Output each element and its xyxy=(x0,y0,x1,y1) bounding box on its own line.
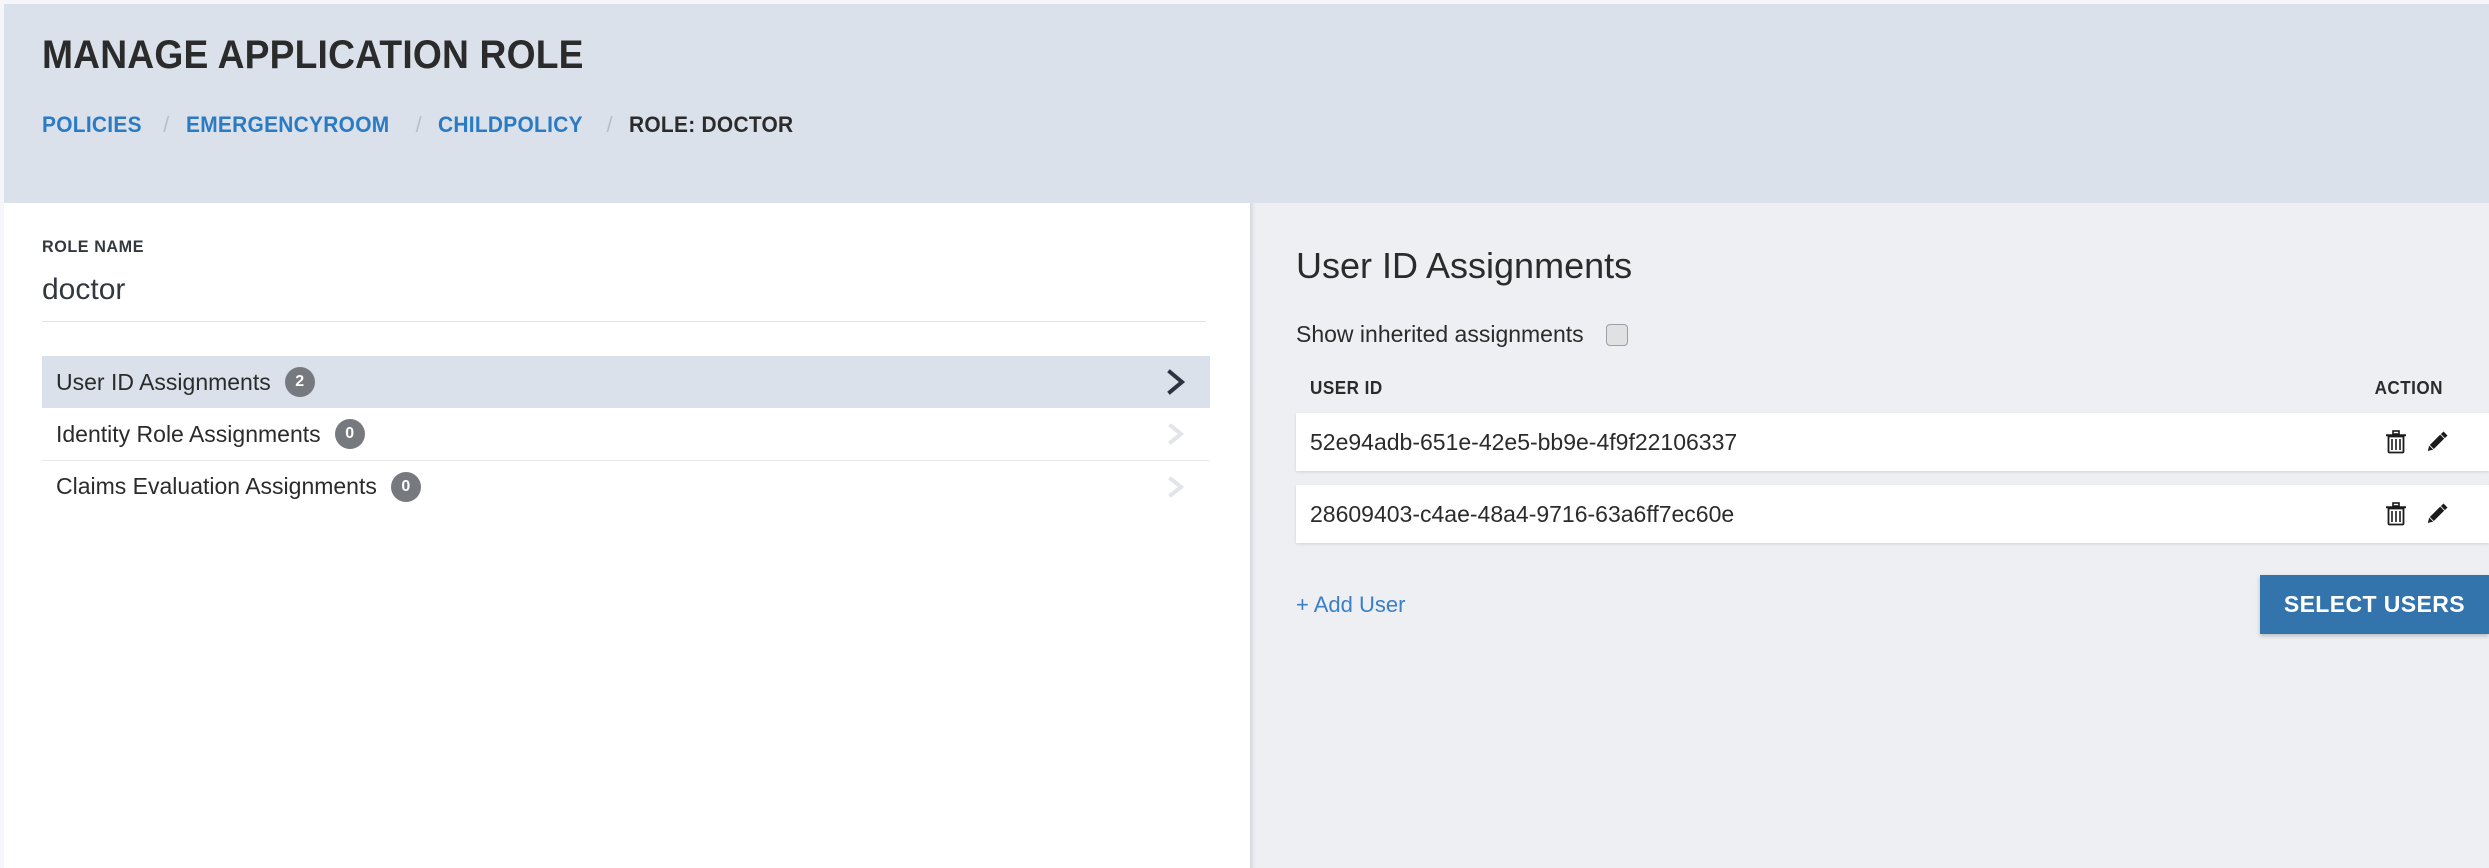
sidebar-item-identity-role-assignments[interactable]: Identity Role Assignments 0 xyxy=(42,408,1210,460)
chevron-right-icon xyxy=(1166,419,1188,449)
chevron-right-icon xyxy=(1166,367,1188,397)
role-name-label: ROLE NAME xyxy=(42,237,145,256)
add-user-button[interactable]: + Add User xyxy=(1296,592,1405,618)
breadcrumb-separator: / xyxy=(415,112,423,137)
breadcrumb-separator: / xyxy=(606,112,613,137)
table-header-row: USER ID ACTION xyxy=(1296,378,2489,399)
column-header-action: ACTION xyxy=(2374,378,2443,398)
chevron-right-icon xyxy=(1166,472,1188,502)
panel-title: User ID Assignments xyxy=(1296,245,1633,286)
page-title: MANAGE APPLICATION ROLE xyxy=(42,33,584,77)
assignment-label: User ID Assignments xyxy=(56,368,271,395)
trash-icon[interactable] xyxy=(2383,429,2409,455)
assignment-count-badge: 0 xyxy=(390,471,421,502)
breadcrumb: POLICIES / EMERGENCYROOM / CHILDPOLICY /… xyxy=(42,112,2489,138)
row-actions xyxy=(2383,501,2451,527)
left-pane: ROLE NAME doctor User ID Assignments 2 I… xyxy=(4,203,1250,868)
user-id-value: 52e94adb-651e-42e5-bb9e-4f9f22106337 xyxy=(1310,428,1738,455)
page-header: MANAGE APPLICATION ROLE POLICIES / EMERG… xyxy=(0,0,2489,203)
sidebar-item-user-id-assignments[interactable]: User ID Assignments 2 xyxy=(42,356,1210,408)
assignment-label: Claims Evaluation Assignments xyxy=(56,473,377,499)
manage-application-role-page: MANAGE APPLICATION ROLE POLICIES / EMERG… xyxy=(0,0,2489,868)
assignment-label: Identity Role Assignments xyxy=(56,420,321,447)
body-split: ROLE NAME doctor User ID Assignments 2 I… xyxy=(0,203,2489,868)
table-row[interactable]: 52e94adb-651e-42e5-bb9e-4f9f22106337 xyxy=(1296,413,2489,471)
user-id-value: 28609403-c4ae-48a4-9716-63a6ff7ec60e xyxy=(1310,500,1735,527)
user-id-table: 52e94adb-651e-42e5-bb9e-4f9f22106337 286… xyxy=(1296,413,2489,543)
pencil-icon[interactable] xyxy=(2425,501,2451,527)
table-row[interactable]: 28609403-c4ae-48a4-9716-63a6ff7ec60e xyxy=(1296,485,2489,543)
right-pane: User ID Assignments Show inherited assig… xyxy=(1256,203,2489,868)
role-name-input[interactable]: doctor xyxy=(42,257,1206,322)
show-inherited-checkbox[interactable] xyxy=(1605,323,1628,346)
breadcrumb-item-emergencyroom[interactable]: EMERGENCYROOM xyxy=(186,112,389,138)
select-users-button[interactable]: SELECT USERS xyxy=(2259,575,2489,634)
breadcrumb-item-current-role: ROLE: DOCTOR xyxy=(628,112,794,137)
assignment-count-badge: 2 xyxy=(284,367,315,397)
assignment-count-badge: 0 xyxy=(334,419,365,449)
row-actions xyxy=(2383,429,2451,455)
breadcrumb-separator: / xyxy=(163,112,170,137)
trash-icon[interactable] xyxy=(2383,501,2409,527)
show-inherited-assignments-row: Show inherited assignments xyxy=(1296,321,2489,348)
breadcrumb-item-childpolicy[interactable]: CHILDPOLICY xyxy=(438,112,583,138)
column-header-user-id: USER ID xyxy=(1310,378,1383,398)
show-inherited-label: Show inherited assignments xyxy=(1296,321,1584,347)
sidebar-item-claims-evaluation-assignments[interactable]: Claims Evaluation Assignments 0 xyxy=(42,460,1210,512)
table-footer: + Add User SELECT USERS xyxy=(1296,575,2489,634)
assignment-type-list: User ID Assignments 2 Identity Role Assi… xyxy=(42,356,1210,512)
pencil-icon[interactable] xyxy=(2425,429,2451,455)
breadcrumb-item-policies[interactable]: POLICIES xyxy=(42,112,142,138)
